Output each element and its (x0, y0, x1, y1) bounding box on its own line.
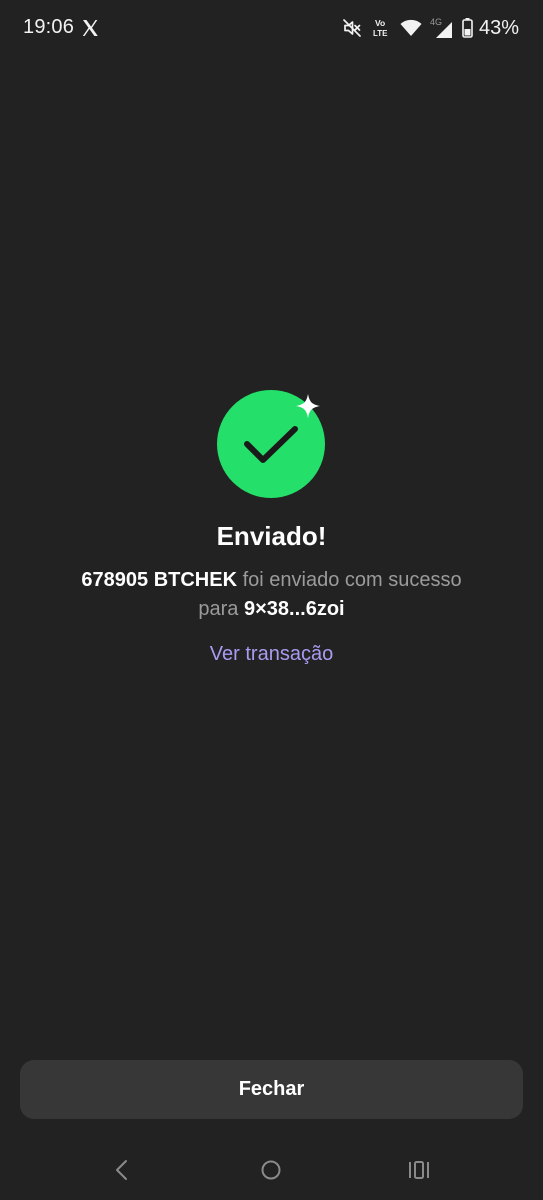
view-transaction-link[interactable]: Ver transação (0, 643, 543, 666)
back-icon[interactable] (113, 1159, 131, 1181)
success-title: Enviado! (216, 521, 327, 551)
x-app-icon (82, 20, 98, 36)
volte-top-label: Vo (375, 18, 385, 28)
status-time: 19:06 (23, 16, 75, 38)
recipient-address: 9×38...6zoi (243, 598, 345, 620)
navigation-bar (0, 1140, 543, 1200)
recents-icon[interactable] (408, 1160, 432, 1180)
mute-icon (343, 19, 361, 37)
close-button[interactable]: Fechar (20, 1060, 523, 1119)
network-type-label: 4G (430, 17, 442, 27)
success-checkmark-icon (217, 390, 325, 498)
status-bar: 19:06 Vo LTE 4G 43% (0, 0, 543, 56)
battery-percent: 43% (478, 16, 519, 39)
battery-icon (462, 18, 473, 38)
volte-icon: Vo LTE (373, 18, 388, 38)
signal-icon: 4G (430, 17, 452, 38)
success-message: 678905 BTCHEK foi enviado com sucesso pa… (60, 566, 483, 624)
sent-amount: 678905 BTCHEK (81, 569, 238, 591)
home-icon[interactable] (260, 1159, 282, 1181)
wifi-icon (400, 19, 422, 36)
status-icons: Vo LTE 4G 43% (342, 14, 519, 42)
volte-bottom-label: LTE (373, 29, 388, 38)
